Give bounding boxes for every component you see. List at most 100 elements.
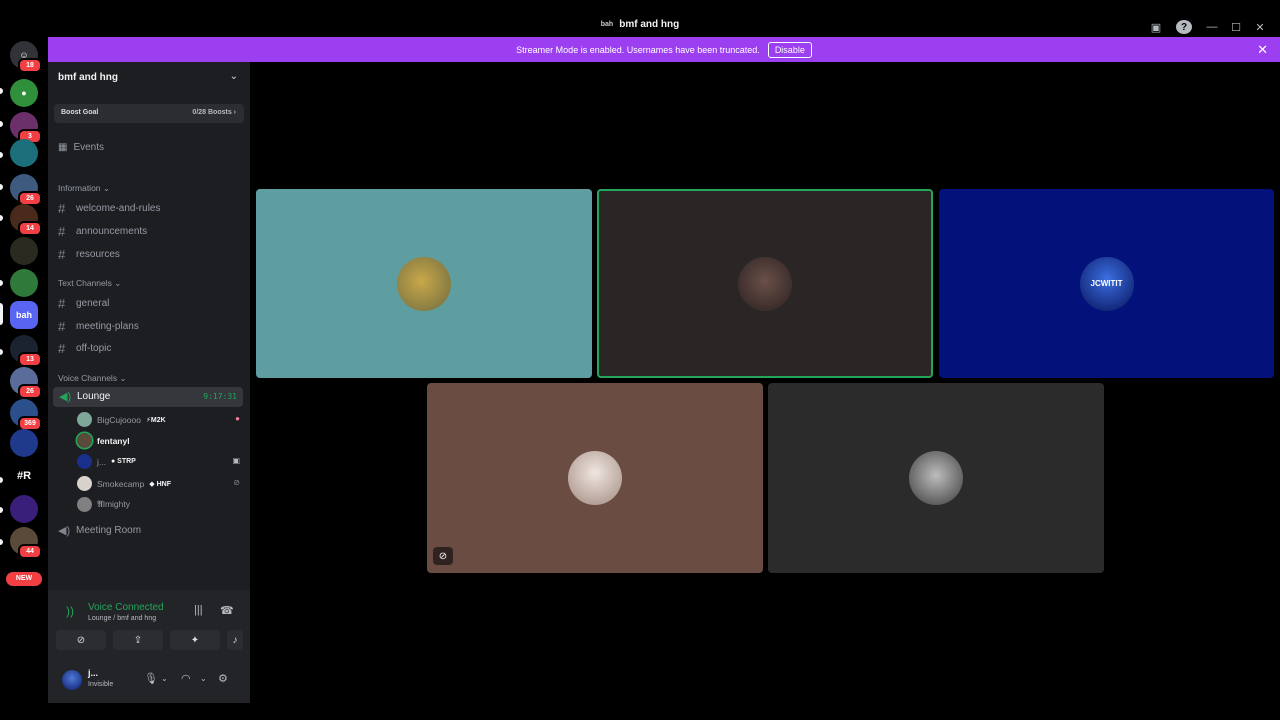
avatar bbox=[77, 412, 92, 427]
server-icon[interactable]: 3 bbox=[10, 112, 42, 144]
channel-resources[interactable]: # resources bbox=[58, 247, 120, 262]
server-icon[interactable]: 26 bbox=[10, 174, 42, 206]
minimize-button[interactable]: — bbox=[1200, 18, 1224, 36]
server-icon-selected[interactable]: bah bbox=[10, 301, 38, 329]
server-icon[interactable] bbox=[10, 237, 38, 265]
noise-suppression-icon[interactable]: ||| bbox=[194, 604, 203, 616]
voice-member[interactable]: BigCujoooo ⚡M2K bbox=[77, 412, 166, 427]
server-icon[interactable] bbox=[10, 429, 38, 457]
hash-icon: # bbox=[58, 341, 66, 356]
inbox-icon[interactable]: ▣ bbox=[1144, 18, 1168, 36]
voice-channel-meeting-room[interactable]: ◀) Meeting Room bbox=[58, 524, 141, 537]
hash-icon: # bbox=[58, 247, 66, 262]
soundboard-icon: ♪ bbox=[232, 634, 238, 646]
channel-announcements[interactable]: # announcements bbox=[58, 224, 147, 239]
server-icon[interactable]: #R bbox=[10, 462, 38, 490]
avatar: JCWITIT bbox=[1079, 256, 1134, 311]
activity-icon: ● bbox=[235, 414, 240, 423]
mention-badge: 26 bbox=[18, 384, 42, 399]
window-title: bah bmf and hng bbox=[600, 19, 680, 30]
boost-goal[interactable]: Boost Goal 0/28 Boosts › bbox=[54, 104, 244, 123]
chevron-down-icon[interactable]: ⌄ bbox=[200, 674, 207, 683]
unread-pip bbox=[0, 507, 3, 513]
voice-location[interactable]: Lounge / bmf and hng bbox=[88, 615, 156, 622]
disconnect-icon[interactable]: ☎ bbox=[220, 604, 234, 617]
help-icon[interactable]: ? bbox=[1176, 20, 1192, 34]
close-icon[interactable]: ✕ bbox=[1257, 42, 1268, 58]
clan-tag: ● STRP bbox=[110, 458, 136, 465]
headphones-icon[interactable]: ◠ bbox=[181, 672, 191, 685]
video-tile[interactable] bbox=[768, 383, 1104, 573]
activities-button[interactable]: ✦ bbox=[170, 630, 220, 650]
avatar[interactable] bbox=[62, 670, 82, 690]
speaker-icon: ◀) bbox=[58, 525, 71, 537]
server-icon[interactable] bbox=[10, 495, 38, 523]
server-icon[interactable]: 369 bbox=[10, 399, 42, 431]
window-controls: ▣ ? — ☐ ✕ bbox=[1144, 18, 1272, 36]
microphone-icon[interactable]: 🎙︎ bbox=[144, 672, 158, 685]
new-badge[interactable]: NEW bbox=[6, 572, 42, 586]
user-status: Invisible bbox=[88, 681, 114, 688]
activities-icon: ✦ bbox=[190, 634, 200, 646]
avatar bbox=[397, 256, 451, 311]
mention-badge: 14 bbox=[18, 221, 42, 236]
user-panel: j... Invisible 🎙︎ ⌄ ◠ ⌄ ⚙ bbox=[48, 662, 250, 703]
category-text[interactable]: Text Channels ⌄ bbox=[58, 278, 121, 289]
camera-off-icon: ⊘ bbox=[76, 634, 86, 646]
disable-button[interactable]: Disable bbox=[767, 41, 812, 58]
voice-member[interactable]: j... ● STRP bbox=[77, 454, 136, 469]
calendar-icon: ▦ bbox=[58, 142, 68, 153]
video-tile-speaking[interactable] bbox=[597, 189, 933, 378]
signal-icon[interactable]: )) bbox=[66, 604, 74, 618]
home-button[interactable]: ☺ 18 bbox=[10, 41, 42, 73]
unread-pip bbox=[0, 215, 3, 221]
chevron-down-icon[interactable]: ⌄ bbox=[161, 674, 168, 683]
guild-name: bmf and hng bbox=[58, 72, 118, 83]
server-icon[interactable]: 14 bbox=[10, 204, 42, 236]
maximize-button[interactable]: ☐ bbox=[1224, 18, 1248, 36]
voice-member[interactable]: fentanyl bbox=[77, 433, 130, 448]
gear-icon[interactable]: ⚙ bbox=[218, 672, 228, 685]
hash-icon: # bbox=[58, 201, 66, 216]
banner-text: Streamer Mode is enabled. Usernames have… bbox=[516, 44, 760, 55]
guild-header[interactable]: bmf and hng ⌄ bbox=[48, 62, 250, 94]
channel-off-topic[interactable]: # off-topic bbox=[58, 341, 111, 356]
boost-progress: 0/28 Boosts › bbox=[192, 109, 236, 116]
server-icon[interactable] bbox=[10, 269, 38, 297]
video-tile[interactable]: JCWITIT bbox=[939, 189, 1274, 378]
server-icon[interactable]: 26 bbox=[10, 367, 42, 399]
screen-share-button[interactable]: ⇪ bbox=[113, 630, 163, 650]
stream-icon: ▣ bbox=[232, 456, 240, 465]
channel-welcome[interactable]: # welcome-and-rules bbox=[58, 201, 160, 216]
soundboard-button[interactable]: ♪ bbox=[227, 630, 243, 650]
mention-badge: 18 bbox=[18, 58, 42, 73]
events-link[interactable]: ▦ Events bbox=[58, 142, 104, 153]
user-name: j... bbox=[88, 668, 99, 678]
category-voice[interactable]: Voice Channels ⌄ bbox=[58, 373, 127, 384]
channel-meeting-plans[interactable]: # meeting-plans bbox=[58, 319, 139, 334]
unread-pip bbox=[0, 477, 3, 483]
hash-icon: # bbox=[58, 296, 66, 311]
window-title-badge: bah bbox=[600, 21, 614, 28]
video-tile[interactable] bbox=[256, 189, 592, 378]
server-icon[interactable]: ● bbox=[10, 79, 38, 107]
video-tile[interactable]: ⊘ bbox=[427, 383, 763, 573]
unread-pip bbox=[0, 280, 3, 286]
category-information[interactable]: Information ⌄ bbox=[58, 183, 110, 194]
server-icon[interactable]: 44 bbox=[10, 527, 42, 559]
avatar bbox=[77, 476, 92, 491]
server-icon[interactable]: 13 bbox=[10, 335, 42, 367]
voice-member[interactable]: 𝕬lmighty bbox=[77, 497, 130, 512]
server-icon[interactable] bbox=[10, 139, 38, 167]
camera-button[interactable]: ⊘ bbox=[56, 630, 106, 650]
avatar bbox=[77, 497, 92, 512]
avatar bbox=[77, 454, 92, 469]
voice-channel-lounge[interactable]: ◀) Lounge 9:17:31 bbox=[53, 387, 243, 407]
close-window-button[interactable]: ✕ bbox=[1248, 18, 1272, 36]
clan-tag: ⚡M2K bbox=[145, 416, 166, 424]
chevron-down-icon: ⌄ bbox=[229, 71, 238, 82]
clan-tag: ◆ HNF bbox=[149, 480, 171, 488]
unread-pip bbox=[0, 349, 3, 355]
channel-general[interactable]: # general bbox=[58, 296, 109, 311]
voice-member[interactable]: Smokecamp ◆ HNF bbox=[77, 476, 171, 491]
